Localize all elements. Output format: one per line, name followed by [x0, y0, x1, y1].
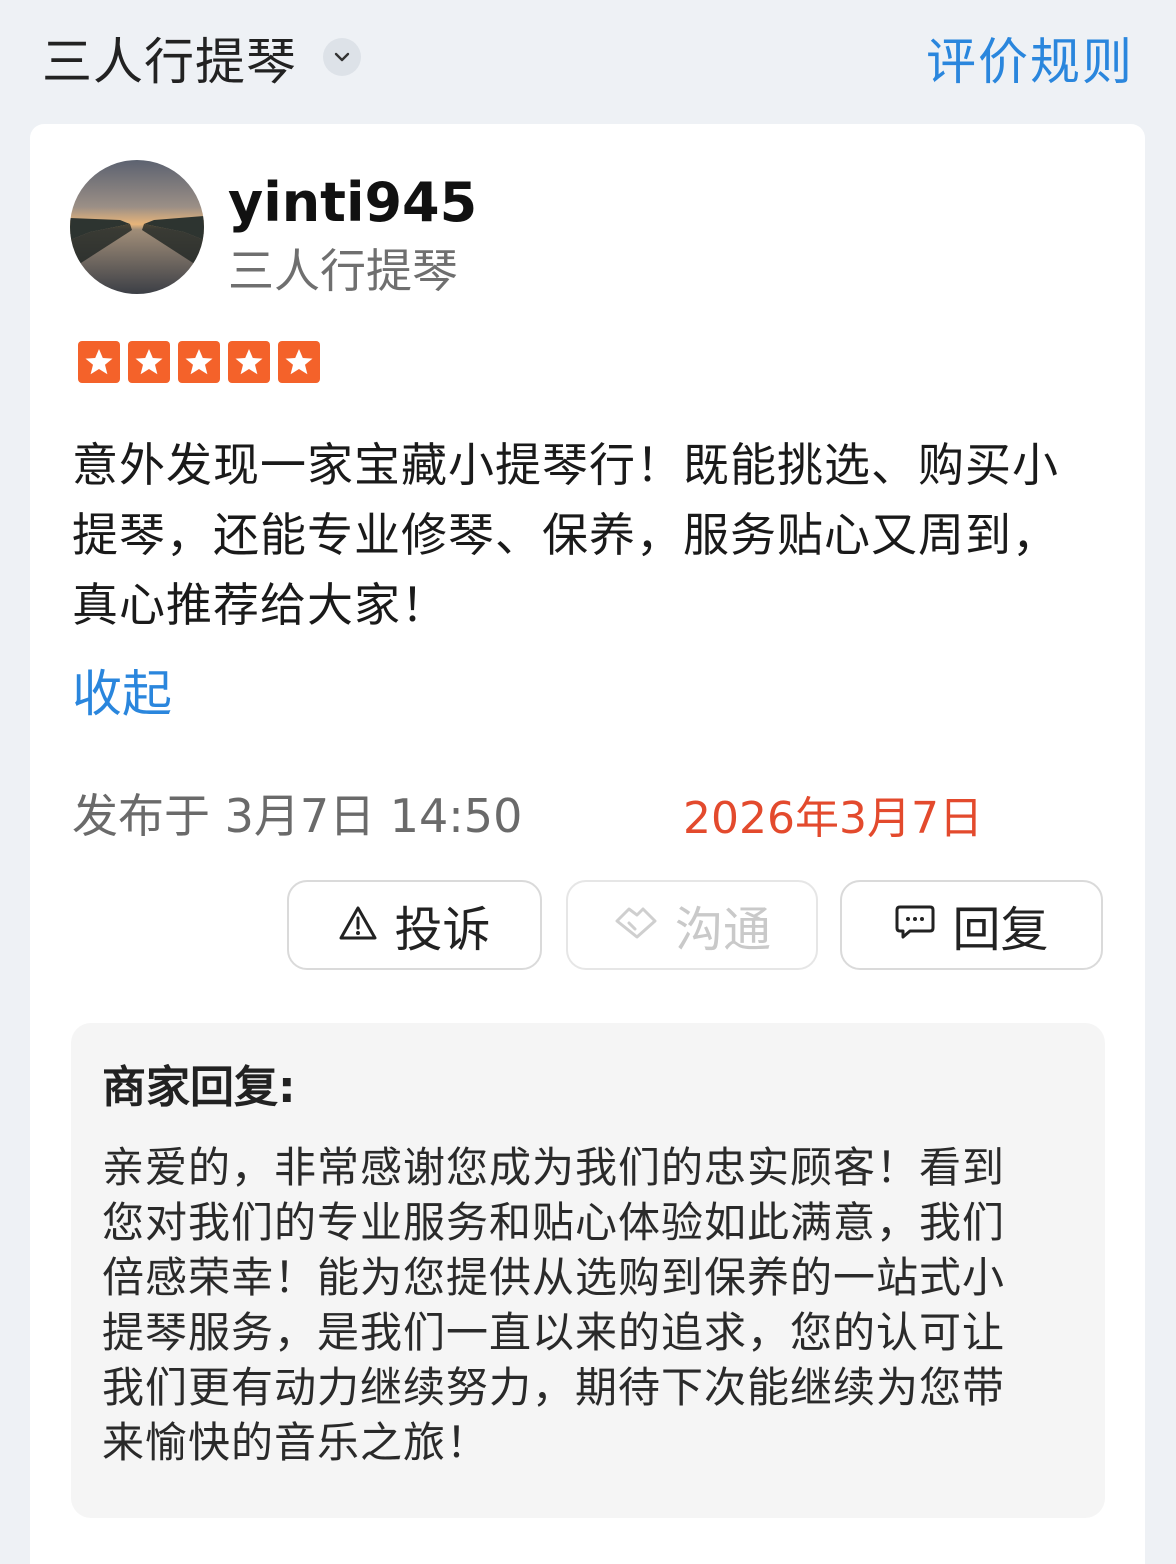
reply-label: 回复 — [952, 902, 1049, 958]
shop-selector-title[interactable]: 三人行提琴 — [42, 30, 297, 94]
star-rating — [78, 341, 320, 383]
review-text: 意外发现一家宝藏小提琴行！既能挑选、购买小提琴，还能专业修琴、保养，服务贴心又周… — [72, 438, 1059, 632]
complaint-label: 投诉 — [394, 902, 491, 958]
chevron-down-icon[interactable] — [323, 38, 361, 76]
chat-button[interactable]: 沟通 — [566, 880, 818, 970]
chat-label: 沟通 — [674, 902, 771, 958]
posted-time: 发布于 3月7日 14:50 — [72, 789, 523, 843]
handshake-icon — [613, 897, 659, 953]
star-icon — [78, 341, 120, 383]
review-rules-link[interactable]: 评价规则 — [926, 30, 1134, 94]
star-icon — [128, 341, 170, 383]
complaint-button[interactable]: 投诉 — [287, 880, 542, 970]
top-bar: 三人行提琴 评价规则 — [0, 0, 1176, 122]
reply-button[interactable]: 回复 — [840, 880, 1103, 970]
avatar[interactable] — [70, 160, 204, 294]
merchant-reply-text: 亲爱的，非常感谢您成为我们的忠实顾客！看到您对我们的专业服务和贴心体验如此满意，… — [102, 1143, 1006, 1467]
date-annotation: 2026年3月7日 — [683, 793, 983, 844]
collapse-link[interactable]: 收起 — [72, 662, 172, 726]
star-icon — [228, 341, 270, 383]
comment-icon — [894, 897, 936, 953]
reviewer-shop-tag: 三人行提琴 — [228, 244, 458, 298]
merchant-reply-label: 商家回复: — [102, 1062, 296, 1113]
star-icon — [178, 341, 220, 383]
reviewer-username[interactable]: yinti945 — [228, 170, 477, 236]
star-icon — [278, 341, 320, 383]
warning-icon — [338, 897, 378, 953]
